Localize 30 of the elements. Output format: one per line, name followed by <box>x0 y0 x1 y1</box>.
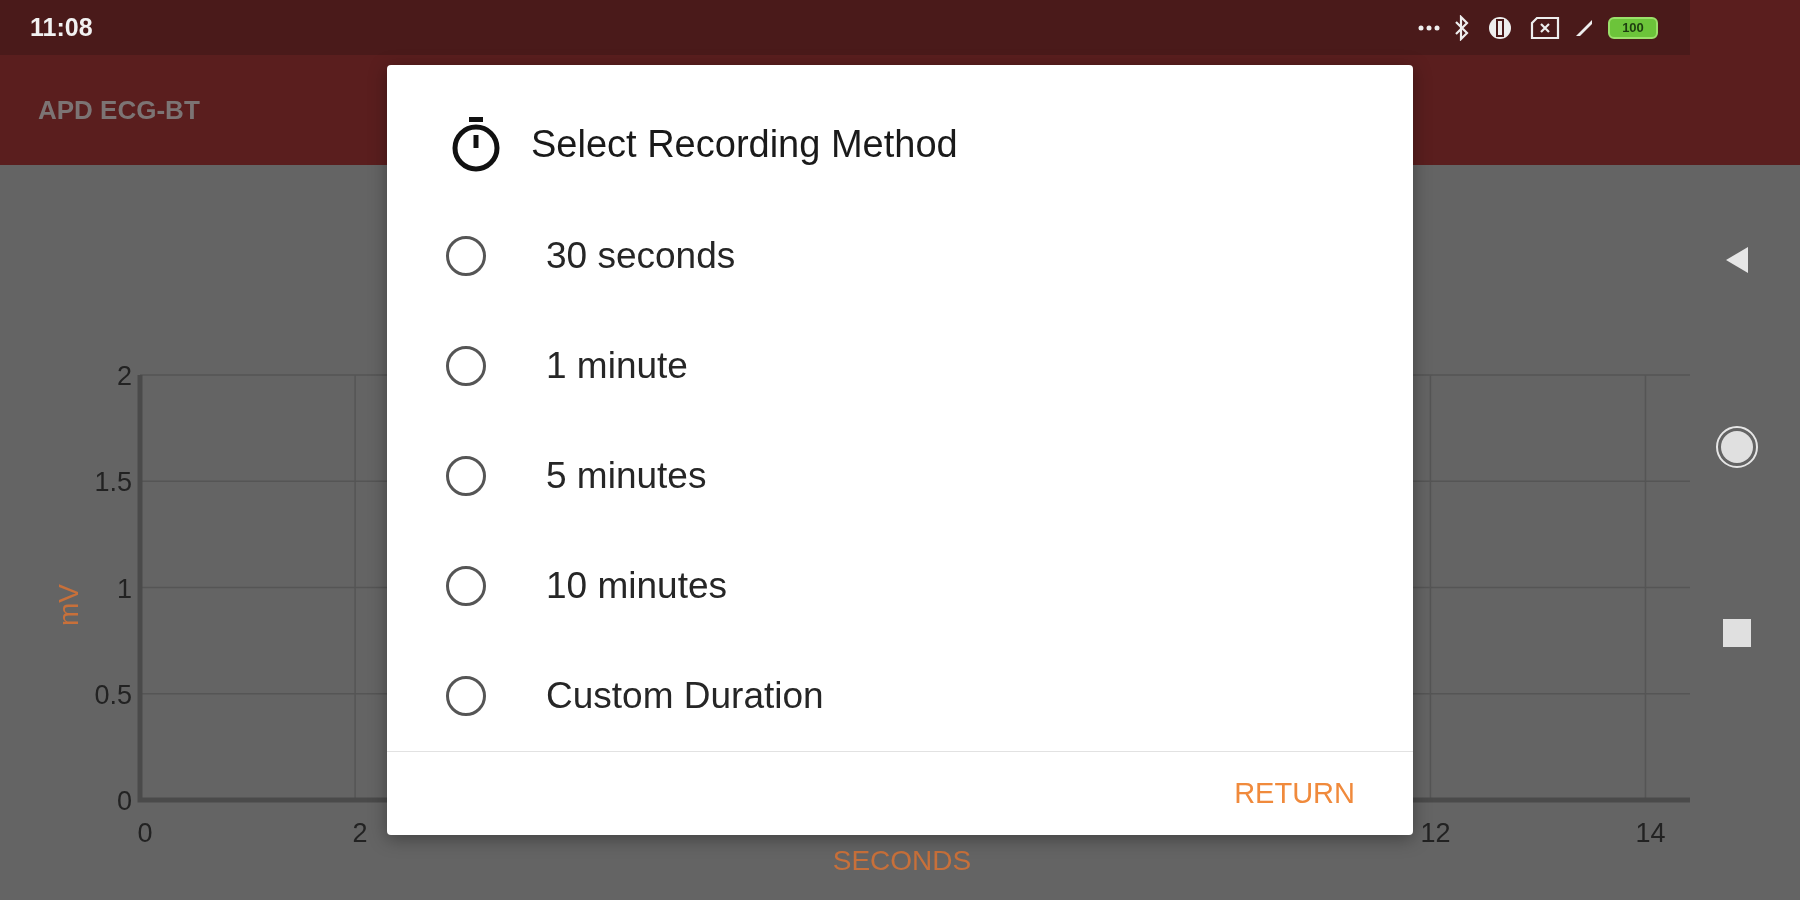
x-tick-label: 2 <box>352 818 368 848</box>
app-title: APD ECG-BT <box>38 94 200 126</box>
y-tick-label: 1 <box>116 573 132 604</box>
home-icon[interactable] <box>1715 425 1759 469</box>
back-icon[interactable] <box>1724 245 1750 275</box>
radio-button[interactable] <box>446 566 486 606</box>
y-tick-label: 2 <box>116 361 132 391</box>
radio-option[interactable]: 30 seconds <box>446 201 736 311</box>
x-axis-label: SECONDS <box>832 845 972 876</box>
x-tick-label: 0 <box>137 818 153 848</box>
radio-button[interactable] <box>446 346 486 386</box>
y-axis-label: mV <box>53 584 84 626</box>
bluetooth-icon <box>1454 14 1470 41</box>
y-tick-label: 0 <box>116 786 132 816</box>
x-tick-label: 14 <box>1635 818 1666 848</box>
radio-option[interactable]: 1 minute <box>446 311 688 421</box>
radio-button[interactable] <box>446 236 486 276</box>
radio-option[interactable]: 5 minutes <box>446 421 707 531</box>
dialog-title: Select Recording Method <box>531 122 958 166</box>
radio-button[interactable] <box>446 456 486 496</box>
status-time: 11:08 <box>30 13 93 42</box>
radio-option[interactable]: 10 minutes <box>446 531 727 641</box>
sim-card-icon <box>1530 15 1560 40</box>
battery-icon: 100 <box>1608 16 1658 39</box>
radio-button[interactable] <box>446 676 486 716</box>
x-tick-label: 12 <box>1420 818 1451 848</box>
more-icon <box>1418 24 1440 31</box>
radio-option[interactable]: Custom Duration <box>446 641 824 751</box>
y-tick-label: 0.5 <box>94 679 132 710</box>
y-tick-label: 1.5 <box>94 467 132 498</box>
